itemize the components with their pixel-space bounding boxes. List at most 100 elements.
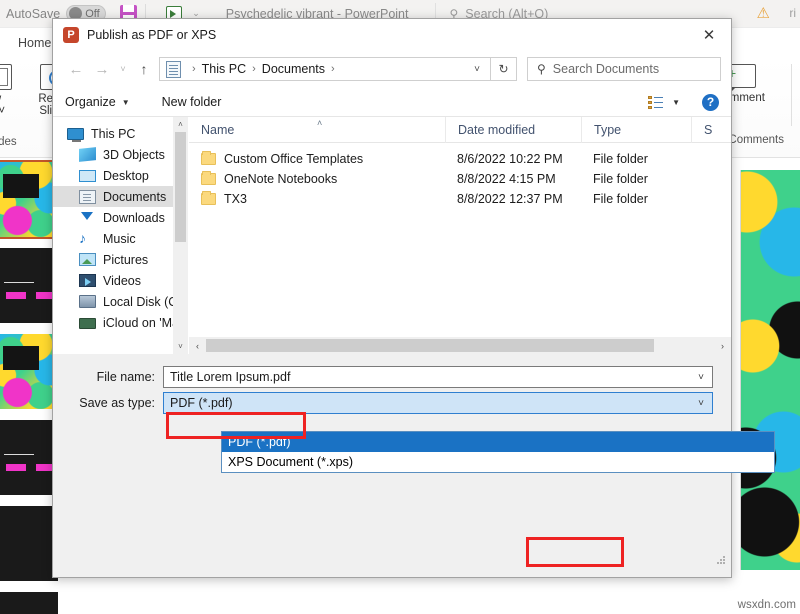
search-documents-input[interactable]: ⚲ Search Documents	[527, 57, 721, 81]
save-as-type-dropdown-list[interactable]: PDF (*.pdf) XPS Document (*.xps)	[221, 431, 775, 473]
tree-scrollbar[interactable]: ˄ ˅	[173, 117, 188, 354]
close-icon[interactable]: ✕	[687, 19, 731, 50]
tree-item-label: Downloads	[103, 210, 165, 225]
file-list-rows: Custom Office Templates 8/6/2022 10:22 P…	[189, 143, 731, 209]
organize-button[interactable]: Organize ▼	[65, 95, 130, 109]
dialog-command-bar: Organize ▼ New folder ▼ ?	[53, 88, 731, 117]
file-list-header: Name ˄ Date modified Type S	[189, 116, 731, 143]
new-slide-label-1: w	[0, 93, 26, 105]
tree-item-this-pc[interactable]: This PC	[53, 123, 188, 144]
table-row[interactable]: Custom Office Templates 8/6/2022 10:22 P…	[189, 149, 731, 169]
3d-objects-icon	[79, 147, 96, 162]
tree-item-local-disk[interactable]: Local Disk (C:)	[53, 291, 188, 312]
refresh-icon[interactable]: ↻	[491, 57, 517, 81]
slide-thumbnail-5[interactable]	[0, 506, 58, 581]
search-icon: ⚲	[537, 62, 546, 76]
tree-item-icloud[interactable]: iCloud on 'Mac'	[53, 312, 188, 333]
back-icon[interactable]: ←	[63, 61, 89, 78]
slide-thumbnail-6[interactable]	[0, 592, 58, 614]
file-type-cell: File folder	[593, 152, 648, 166]
slide-canvas[interactable]	[740, 170, 800, 570]
up-icon[interactable]: ↑	[131, 61, 157, 77]
tree-item-documents[interactable]: Documents	[53, 186, 188, 207]
chevron-down-icon[interactable]: ˅	[690, 398, 712, 409]
breadcrumb-this-pc[interactable]: This PC	[202, 62, 246, 76]
chevron-down-icon[interactable]: ˅	[690, 372, 712, 383]
scroll-down-icon[interactable]: ˅	[173, 339, 188, 354]
dropdown-option-xps[interactable]: XPS Document (*.xps)	[222, 452, 774, 472]
tree-item-label: 3D Objects	[103, 147, 165, 162]
column-header-date-modified[interactable]: Date modified	[445, 116, 581, 143]
breadcrumb-separator: ›	[192, 63, 196, 75]
breadcrumb-documents[interactable]: Documents	[262, 62, 325, 76]
file-name: TX3	[224, 192, 247, 206]
save-as-type-label: Save as type:	[79, 396, 155, 410]
tree-item-label: Documents	[103, 189, 167, 204]
slide-thumbnail-3[interactable]	[0, 334, 58, 409]
save-as-type-value: PDF (*.pdf)	[170, 396, 233, 410]
resize-grip[interactable]	[717, 556, 727, 566]
column-label: S	[704, 122, 713, 137]
powerpoint-app-icon: P	[63, 26, 79, 43]
column-header-size[interactable]: S	[691, 116, 731, 143]
slide-thumbnail-4[interactable]	[0, 420, 58, 495]
dropdown-option-pdf[interactable]: PDF (*.pdf)	[222, 432, 774, 452]
slide-text-card	[3, 346, 39, 370]
file-name-label: File name:	[96, 370, 155, 384]
slide-thumbnail-2[interactable]	[0, 248, 58, 323]
scroll-left-icon[interactable]: ‹	[189, 341, 206, 351]
warning-text: ri	[789, 6, 796, 20]
save-as-type-combo[interactable]: PDF (*.pdf) ˅	[163, 392, 713, 414]
chevron-down-icon: ▼	[121, 97, 130, 107]
view-layout-icon[interactable]	[648, 95, 664, 109]
file-name-cell: Custom Office Templates	[189, 151, 445, 166]
tree-item-desktop[interactable]: Desktop	[53, 165, 188, 186]
tab-home[interactable]: Home	[18, 36, 51, 50]
scrollbar-thumb[interactable]	[206, 339, 654, 352]
scroll-right-icon[interactable]: ›	[714, 341, 731, 351]
file-list-horizontal-scrollbar[interactable]: ‹ ›	[189, 337, 731, 354]
new-slide-button[interactable]: w e ˅	[0, 62, 26, 117]
videos-icon	[79, 274, 96, 287]
scrollbar-track[interactable]	[206, 338, 714, 353]
column-label: Date modified	[458, 122, 536, 137]
column-label: Name	[201, 122, 235, 137]
new-slide-icon	[0, 64, 12, 90]
chevron-down-icon[interactable]: ▼	[672, 98, 680, 107]
tree-item-label: This PC	[91, 126, 136, 141]
tree-item-music[interactable]: ♪ Music	[53, 228, 188, 249]
documents-icon	[79, 189, 96, 204]
address-bar[interactable]: › This PC › Documents › ˅	[159, 57, 491, 81]
slide-thumbnail-1[interactable]	[0, 160, 60, 239]
screen-root: AutoSave Off ⌄ Psychedelic vibrant - Pow…	[0, 0, 800, 614]
tree-item-3d-objects[interactable]: 3D Objects	[53, 144, 188, 165]
tree-item-downloads[interactable]: Downloads	[53, 207, 188, 228]
table-row[interactable]: TX3 8/8/2022 12:37 PM File folder	[189, 189, 731, 209]
slide-line	[4, 454, 34, 455]
forward-icon[interactable]: →	[89, 61, 115, 78]
tree-item-videos[interactable]: Videos	[53, 270, 188, 291]
ribbon-group-name-comments: Comments	[728, 134, 784, 146]
tree-item-label: Desktop	[103, 168, 149, 183]
column-header-name[interactable]: Name ˄	[189, 117, 445, 143]
folder-icon	[201, 171, 216, 185]
column-label: Type	[594, 122, 622, 137]
slide-line	[4, 282, 34, 283]
file-name-input[interactable]: Title Lorem Ipsum.pdf ˅	[163, 366, 713, 388]
disk-icon	[79, 295, 96, 308]
help-icon[interactable]: ?	[702, 93, 719, 111]
chevron-down-icon[interactable]: ˅	[464, 64, 490, 75]
folder-path-icon	[166, 60, 181, 78]
tree-item-pictures[interactable]: Pictures	[53, 249, 188, 270]
warning-icon: ⚠	[756, 5, 770, 22]
dialog-body: This PC 3D Objects Desktop Documents Dow…	[53, 116, 731, 354]
table-row[interactable]: OneNote Notebooks 8/8/2022 4:15 PM File …	[189, 169, 731, 189]
column-header-type[interactable]: Type	[581, 116, 691, 143]
cloud-drive-icon	[79, 318, 96, 329]
pictures-icon	[79, 253, 96, 266]
recent-locations-icon[interactable]: ˅	[115, 64, 131, 74]
new-folder-button[interactable]: New folder	[162, 95, 222, 109]
scroll-up-icon[interactable]: ˄	[173, 117, 188, 132]
file-date-cell: 8/8/2022 4:15 PM	[457, 172, 556, 186]
scrollbar-thumb[interactable]	[175, 132, 186, 242]
